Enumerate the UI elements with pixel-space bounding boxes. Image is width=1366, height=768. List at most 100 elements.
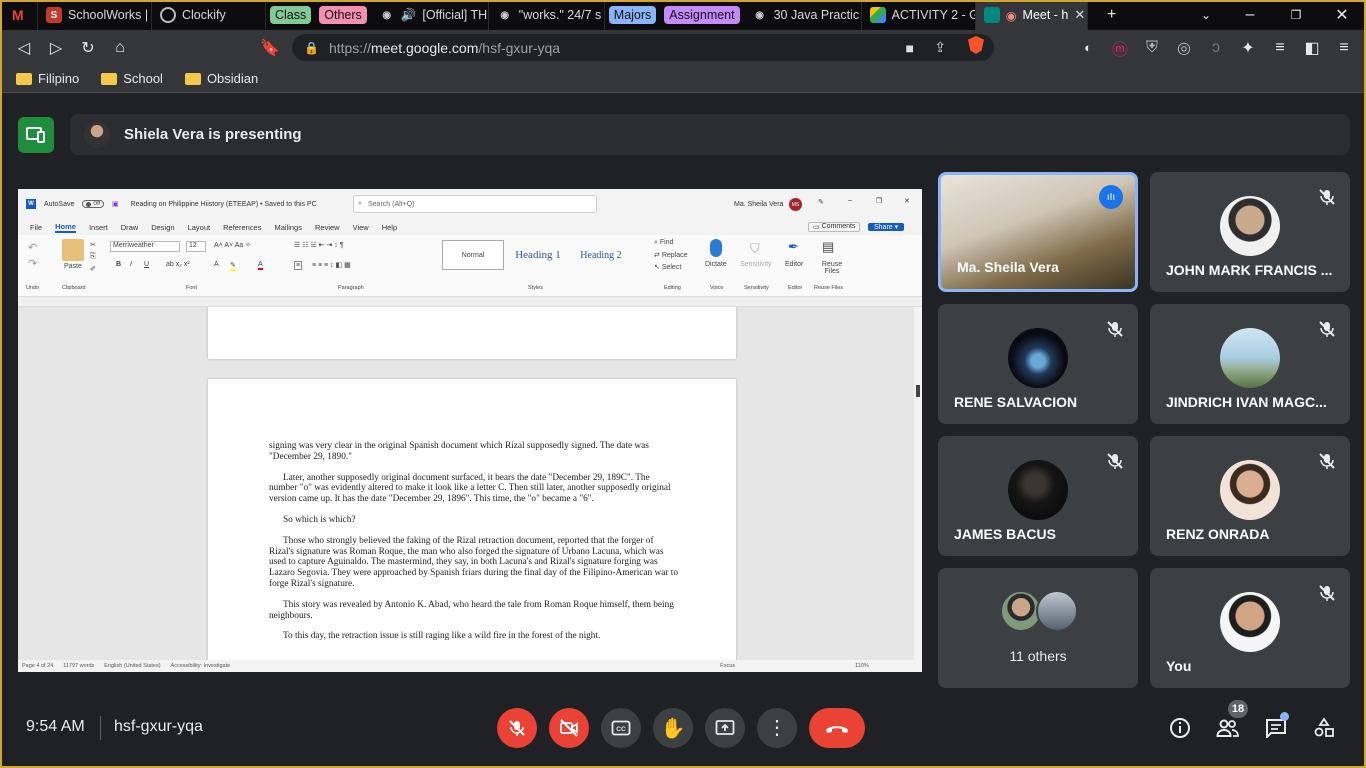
word-search-box[interactable]: ⌕ Search (Alt+Q) xyxy=(353,195,597,213)
font-name-select[interactable]: Merriweather xyxy=(110,241,180,252)
raise-hand-button[interactable]: ✋ xyxy=(653,708,693,748)
bookmark-folder-school[interactable]: School xyxy=(101,71,163,86)
reuse-files-icon[interactable]: ▤ xyxy=(822,239,834,255)
tab-official[interactable]: ◉ 🔊 [Official] TH xyxy=(371,0,489,30)
sensitivity-icon[interactable]: ⛉ xyxy=(750,241,760,257)
extension-m-icon[interactable]: ⓜ xyxy=(1104,32,1136,64)
participant-tile[interactable]: RENE SALVACION xyxy=(938,304,1138,424)
undo-icon[interactable]: ↶ xyxy=(28,241,37,254)
tab-search-icon[interactable]: ⌄ xyxy=(1190,0,1222,31)
bookmark-folder-obsidian[interactable]: Obsidian xyxy=(184,71,258,86)
self-tile[interactable]: You xyxy=(1150,568,1350,688)
media-icon[interactable]: ≡ xyxy=(1264,32,1296,64)
extension-c-icon[interactable]: ↄ xyxy=(1200,32,1232,64)
tab-group-assignment[interactable]: Assignment xyxy=(664,6,740,24)
zoom-level[interactable]: 110% xyxy=(855,663,869,669)
word-scrollbar[interactable] xyxy=(914,307,922,660)
word-tab-design[interactable]: Design xyxy=(151,223,174,232)
meeting-details-button[interactable] xyxy=(1168,716,1192,740)
word-tab-references[interactable]: References xyxy=(223,223,261,232)
ublock-icon[interactable]: ⛨ xyxy=(1136,32,1168,64)
activities-button[interactable] xyxy=(1312,716,1336,740)
word-tab-review[interactable]: Review xyxy=(315,223,340,232)
share-button[interactable]: Share ▾ xyxy=(868,223,905,231)
close-tab-icon[interactable]: ✕ xyxy=(1074,7,1085,23)
extensions-icon[interactable]: ✦ xyxy=(1232,32,1264,64)
word-tab-home[interactable]: Home xyxy=(55,222,76,233)
new-tab-icon[interactable]: + xyxy=(1096,0,1128,31)
participant-tile[interactable]: JOHN MARK FRANCIS ... xyxy=(1150,172,1350,292)
mic-toggle-button[interactable] xyxy=(497,708,537,748)
bold-icon[interactable]: B xyxy=(116,261,121,268)
sidebar-icon[interactable]: ◧ xyxy=(1296,32,1328,64)
chat-button[interactable] xyxy=(1264,712,1289,740)
editor-icon[interactable]: ✒ xyxy=(788,239,799,255)
word-tab-file[interactable]: File xyxy=(30,223,42,232)
extension-glasses-icon[interactable]: ◎ xyxy=(1168,32,1200,64)
tab-activity[interactable]: ACTIVITY 2 - G xyxy=(862,0,976,30)
word-tab-layout[interactable]: Layout xyxy=(188,223,211,232)
select-button[interactable]: ↖ Select xyxy=(654,263,681,271)
document-body[interactable]: signing was very clear in the original S… xyxy=(269,441,679,652)
bookmark-folder-filipino[interactable]: Filipino xyxy=(16,71,79,86)
grow-font-icon[interactable]: A˄ A˅ Aa ✧ xyxy=(214,241,251,249)
highlight-icon[interactable]: ✎ xyxy=(230,261,236,271)
tab-gmail[interactable]: M xyxy=(0,0,38,30)
participant-tile[interactable]: JAMES BACUS xyxy=(938,436,1138,556)
word-user-avatar[interactable]: MS xyxy=(789,198,802,211)
word-minimize-icon[interactable]: – xyxy=(848,197,852,204)
strikethrough-icon[interactable]: ab x₂ x² xyxy=(166,261,190,268)
people-button[interactable]: 18 xyxy=(1216,700,1248,740)
format-painter-icon[interactable]: ✐ xyxy=(90,265,96,273)
present-icon[interactable] xyxy=(18,117,54,153)
word-tab-help[interactable]: Help xyxy=(382,223,397,232)
camera-toggle-button[interactable] xyxy=(549,708,589,748)
others-tile[interactable]: 11 others xyxy=(938,568,1138,688)
style-normal[interactable]: Normal xyxy=(442,240,504,270)
tab-schoolworks[interactable]: S SchoolWorks | xyxy=(38,0,152,30)
tab-group-class[interactable]: Class xyxy=(270,6,312,24)
extension-translate-icon[interactable]: ◐ xyxy=(1072,32,1104,64)
find-button[interactable]: ⌕ Find xyxy=(654,239,674,247)
address-bar[interactable]: 🔒 https://meet.google.com/hsf-gxur-yqa ■… xyxy=(292,34,994,61)
comments-button[interactable]: ▭ Comments xyxy=(808,222,861,232)
bookmark-icon[interactable]: 🔖 xyxy=(254,32,286,64)
share-icon[interactable]: ⇪ xyxy=(934,39,946,56)
italic-icon[interactable]: I xyxy=(130,261,132,268)
more-options-button[interactable]: ⋮ xyxy=(757,708,797,748)
text-effects-icon[interactable]: A xyxy=(214,261,219,268)
align-icons[interactable]: ≡ ≡ ≡ ↕ ◧ ▦ xyxy=(312,261,351,269)
tab-clockify[interactable]: Clockify xyxy=(152,0,266,30)
word-tab-draw[interactable]: Draw xyxy=(121,223,139,232)
word-tab-insert[interactable]: Insert xyxy=(89,223,108,232)
back-icon[interactable]: ◁ xyxy=(8,32,40,64)
font-color-icon[interactable]: A xyxy=(258,261,263,270)
redo-icon[interactable]: ↷ xyxy=(28,257,37,270)
align-left-icon[interactable]: ≡ xyxy=(294,261,303,270)
word-close-icon[interactable]: ✕ xyxy=(904,197,910,205)
minimize-icon[interactable]: – xyxy=(1234,0,1266,31)
font-size-select[interactable]: 12 xyxy=(186,241,206,252)
home-icon[interactable]: ⌂ xyxy=(104,32,136,64)
reload-icon[interactable]: ↻ xyxy=(72,32,104,64)
bullets-icon[interactable]: ☰ ☷ ☱ ⇤ ⇥ ↕ ¶ xyxy=(294,241,344,249)
paste-icon[interactable] xyxy=(62,239,84,261)
participant-tile[interactable]: RENZ ONRADA xyxy=(1150,436,1350,556)
tab-meet[interactable]: ◉ Meet - h ✕ xyxy=(975,0,1088,30)
close-window-icon[interactable]: ✕ xyxy=(1326,0,1358,31)
word-tab-view[interactable]: View xyxy=(353,223,369,232)
style-heading-2[interactable]: Heading 2 xyxy=(570,240,632,270)
camera-icon[interactable]: ■ xyxy=(906,40,914,56)
tab-works[interactable]: ◉ "works." 24/7 s xyxy=(489,0,605,30)
autosave-toggle[interactable]: Off xyxy=(82,200,104,208)
word-restore-icon[interactable]: ❐ xyxy=(876,197,882,205)
microphone-icon[interactable] xyxy=(710,239,722,257)
restore-icon[interactable]: ❐ xyxy=(1280,0,1312,31)
tab-java[interactable]: ◉ 30 Java Practic xyxy=(744,0,862,30)
menu-icon[interactable]: ≡ xyxy=(1328,32,1360,64)
captions-button[interactable]: CC xyxy=(601,708,641,748)
cut-icon[interactable]: ✂ xyxy=(90,241,96,249)
save-icon[interactable]: ▣ xyxy=(112,200,119,208)
tab-group-others[interactable]: Others xyxy=(319,6,367,24)
present-now-button[interactable] xyxy=(705,708,745,748)
